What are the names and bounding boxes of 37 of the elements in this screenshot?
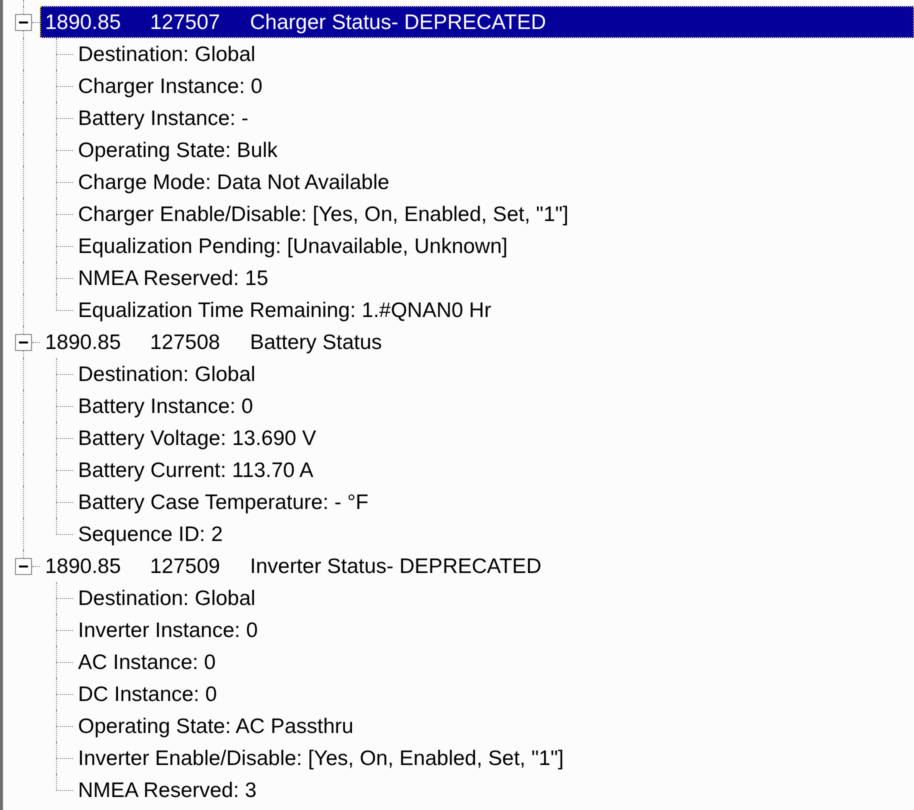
field-item[interactable]: Destination: Global (73, 358, 260, 390)
message-name-text: Inverter Status- DEPRECATED (250, 556, 542, 576)
field-item[interactable]: Operating State: Bulk (73, 134, 283, 166)
message-node[interactable]: 1890.85 127507 Charger Status- DEPRECATED (40, 6, 914, 38)
field-item[interactable]: Battery Instance: 0 (73, 390, 258, 422)
field-item[interactable]: Charger Instance: 0 (73, 70, 268, 102)
field-item[interactable]: Battery Voltage: 13.690 V (73, 422, 322, 454)
pgn-text: 127509 (150, 556, 220, 576)
timestamp-text: 1890.85 (45, 556, 121, 576)
field-item[interactable]: Sequence ID: 2 (73, 518, 228, 550)
message-name-text: Battery Status (250, 332, 382, 352)
pgn-text: 127507 (150, 12, 220, 32)
field-item[interactable]: NMEA Reserved: 15 (73, 262, 274, 294)
field-item[interactable]: Inverter Instance: 0 (73, 614, 263, 646)
field-item[interactable]: Battery Case Temperature: - °F (73, 486, 374, 518)
field-item[interactable]: Inverter Enable/Disable: [Yes, On, Enabled, Set, "1"] (73, 742, 569, 774)
message-node[interactable]: 1890.85 127508 Battery Status (40, 326, 914, 358)
field-item[interactable]: DC Instance: 0 (73, 678, 222, 710)
field-item[interactable]: Charger Enable/Disable: [Yes, On, Enabled, Set, "1"] (73, 198, 574, 230)
field-item[interactable]: Charge Mode: Data Not Available (73, 166, 394, 198)
field-item[interactable]: NMEA Reserved: 3 (73, 774, 262, 806)
collapse-icon[interactable] (15, 558, 32, 574)
field-item[interactable]: Operating State: AC Passthru (73, 710, 358, 742)
field-item[interactable]: Destination: Global (73, 38, 260, 70)
field-item[interactable]: Battery Current: 113.70 A (73, 454, 318, 486)
field-item[interactable]: AC Instance: 0 (73, 646, 221, 678)
timestamp-text: 1890.85 (45, 12, 121, 32)
collapse-icon[interactable] (15, 14, 32, 30)
message-node[interactable]: 1890.85 127509 Inverter Status- DEPRECATED (40, 550, 914, 582)
pgn-text: 127508 (150, 332, 220, 352)
field-item[interactable]: Equalization Pending: [Unavailable, Unknown] (73, 230, 513, 262)
message-name-text: Charger Status- DEPRECATED (250, 12, 546, 32)
timestamp-text: 1890.85 (45, 332, 121, 352)
collapse-icon[interactable] (15, 334, 32, 350)
field-item[interactable]: Battery Instance: - (73, 102, 254, 134)
field-item[interactable]: Destination: Global (73, 582, 260, 614)
field-item[interactable]: Equalization Time Remaining: 1.#QNAN0 Hr (73, 294, 496, 326)
